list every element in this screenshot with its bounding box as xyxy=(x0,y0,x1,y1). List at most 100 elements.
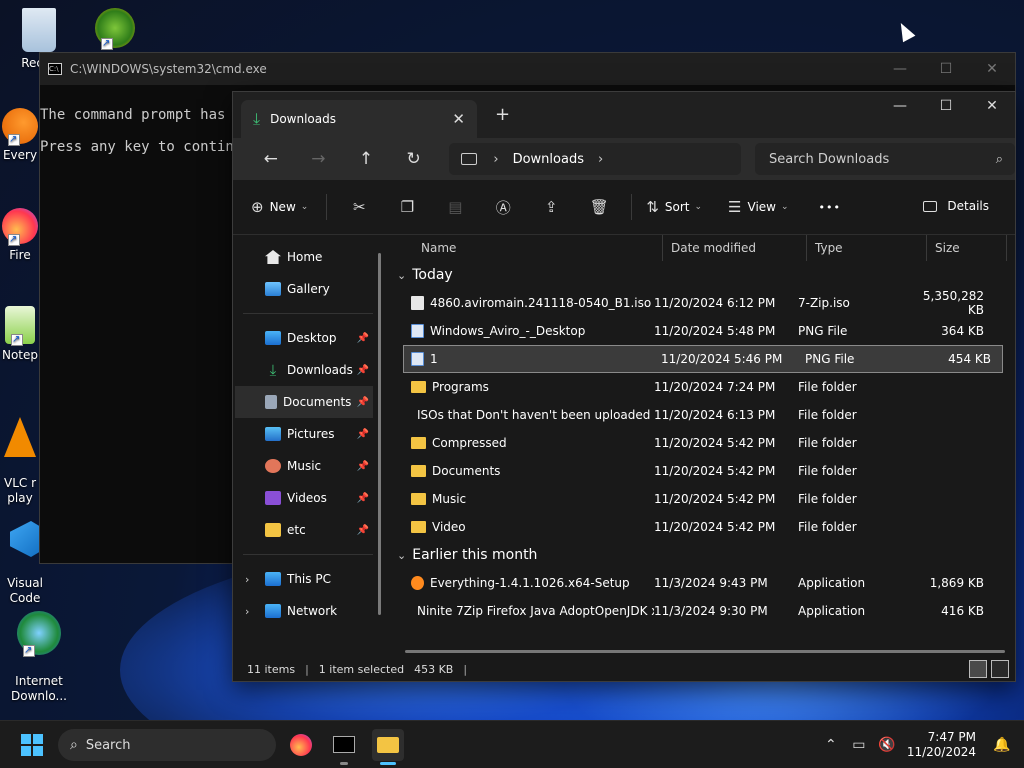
nav-desktop[interactable]: Desktop 📌 xyxy=(233,322,389,354)
nav-pictures[interactable]: Pictures 📌 xyxy=(233,418,389,450)
desktop-icon-firefox[interactable]: Fire xyxy=(0,208,40,263)
details-pane-button[interactable]: Details xyxy=(923,199,989,213)
close-tab-icon[interactable]: ✕ xyxy=(452,110,465,128)
horizontal-scrollbar[interactable] xyxy=(405,650,1005,653)
cmd-title-bar[interactable]: C:\ C:\WINDOWS\system32\cmd.exe — ☐ ✕ xyxy=(40,53,1015,85)
nav-gallery[interactable]: Gallery xyxy=(233,273,389,305)
nav-music[interactable]: Music 📌 xyxy=(233,450,389,482)
nav-label: Home xyxy=(287,250,323,264)
nav-documents[interactable]: Documents 📌 xyxy=(235,386,373,418)
nav-videos[interactable]: Videos 📌 xyxy=(233,482,389,514)
firefox-icon xyxy=(290,734,312,756)
file-row[interactable]: Video 11/20/2024 5:42 PM File folder xyxy=(389,513,1015,541)
file-date: 11/20/2024 5:48 PM xyxy=(654,324,776,338)
minimize-icon[interactable]: — xyxy=(877,61,923,77)
chevron-up-icon[interactable]: ⌃ xyxy=(817,737,845,753)
file-size: 1,869 KB xyxy=(929,576,984,590)
pin-icon[interactable]: 📌 xyxy=(357,461,369,472)
chevron-right-icon[interactable]: › xyxy=(598,152,603,167)
share-button[interactable]: ⇪ xyxy=(527,198,575,216)
taskbar-search[interactable]: ⌕ Search xyxy=(58,729,276,761)
tiles-view-icon[interactable] xyxy=(991,660,1009,678)
details-view-icon[interactable] xyxy=(969,660,987,678)
firefox-icon xyxy=(2,208,38,247)
cut-button[interactable]: ✂ xyxy=(335,198,383,216)
more-options-button[interactable]: ••• xyxy=(819,201,841,214)
view-button[interactable]: ☰ View ⌄ xyxy=(728,198,788,216)
file-row[interactable]: Programs 11/20/2024 7:24 PM File folder xyxy=(389,373,1015,401)
refresh-icon[interactable]: ↻ xyxy=(390,149,438,169)
nav-this-pc[interactable]: › This PC xyxy=(233,563,389,595)
start-button[interactable] xyxy=(21,734,43,756)
taskbar-file-explorer[interactable] xyxy=(372,729,404,765)
maximize-icon[interactable]: ☐ xyxy=(923,92,969,122)
delete-button[interactable]: 🗑 xyxy=(575,198,623,216)
minimize-icon[interactable]: — xyxy=(877,92,923,122)
close-icon[interactable]: ✕ xyxy=(969,61,1015,77)
file-date: 11/20/2024 7:24 PM xyxy=(654,380,776,394)
sort-button[interactable]: ⇅ Sort ⌄ xyxy=(646,198,702,216)
address-bar[interactable]: › Downloads › xyxy=(449,143,742,175)
desktop-icon-app[interactable] xyxy=(80,8,150,52)
pin-icon[interactable]: 📌 xyxy=(357,429,369,440)
column-date-modified[interactable]: Date modified xyxy=(663,235,807,261)
pin-icon[interactable]: 📌 xyxy=(357,397,369,408)
pin-icon[interactable]: 📌 xyxy=(357,525,369,536)
desktop-icon-idm[interactable]: Internet Downlo... xyxy=(4,596,74,704)
tab-downloads[interactable]: ⤓ Downloads ✕ xyxy=(241,100,477,138)
file-explorer-window[interactable]: ⤓ Downloads ✕ + — ☐ ✕ ← → ↑ ↻ › Download… xyxy=(232,91,1016,682)
new-tab-icon[interactable]: + xyxy=(495,104,510,125)
file-row[interactable]: Windows_Aviro_-_Desktop 11/20/2024 5:48 … xyxy=(389,317,1015,345)
up-arrow-icon[interactable]: ↑ xyxy=(342,149,390,169)
taskbar-cmd[interactable] xyxy=(328,729,360,765)
chevron-right-icon[interactable]: › xyxy=(245,605,249,618)
file-row-selected[interactable]: 1 11/20/2024 5:46 PM PNG File 454 KB xyxy=(403,345,1003,373)
file-row[interactable]: ISOs that Don't haven't been uploaded ye… xyxy=(389,401,1015,429)
back-arrow-icon[interactable]: ← xyxy=(247,149,295,169)
group-header-today[interactable]: ⌄ Today xyxy=(389,261,1015,289)
nav-network[interactable]: › Network xyxy=(233,595,389,627)
file-name: Compressed xyxy=(432,436,507,450)
close-icon[interactable]: ✕ xyxy=(969,92,1015,122)
pin-icon[interactable]: 📌 xyxy=(357,493,369,504)
breadcrumb-downloads[interactable]: Downloads xyxy=(513,152,584,167)
taskbar-firefox[interactable] xyxy=(285,729,317,761)
desktop-icon-notepad[interactable]: Notep xyxy=(0,306,40,363)
chevron-right-icon[interactable]: › xyxy=(493,152,498,167)
network-icon[interactable]: ▭ xyxy=(845,737,873,753)
file-row[interactable]: Compressed 11/20/2024 5:42 PM File folde… xyxy=(389,429,1015,457)
column-size[interactable]: Size xyxy=(927,235,1007,261)
clock[interactable]: 7:47 PM 11/20/2024 xyxy=(907,730,976,760)
desktop-icon-label: Internet Downlo... xyxy=(11,674,67,703)
column-name[interactable]: Name xyxy=(401,235,663,261)
windows-logo-icon xyxy=(21,734,31,744)
file-row[interactable]: Music 11/20/2024 5:42 PM File folder xyxy=(389,485,1015,513)
forward-arrow-icon[interactable]: → xyxy=(295,149,343,169)
desktop-icon-vlc[interactable]: VLC r play xyxy=(0,402,40,506)
chevron-right-icon[interactable]: › xyxy=(245,573,249,586)
file-row[interactable]: 4860.aviromain.241118-0540_B1.iso 11/20/… xyxy=(389,289,1015,317)
rename-button[interactable]: Ⓐ xyxy=(479,197,527,218)
column-type[interactable]: Type xyxy=(807,235,927,261)
maximize-icon[interactable]: ☐ xyxy=(923,61,969,77)
copy-button[interactable]: ❐ xyxy=(383,198,431,216)
nav-etc[interactable]: etc 📌 xyxy=(233,514,389,546)
file-row[interactable]: Everything-1.4.1.1026.x64-Setup 11/3/202… xyxy=(389,569,1015,597)
nav-downloads[interactable]: ⤓ Downloads 📌 xyxy=(233,354,389,386)
paste-button[interactable]: ▤ xyxy=(431,198,479,216)
pin-icon[interactable]: 📌 xyxy=(357,365,369,376)
file-row[interactable]: Documents 11/20/2024 5:42 PM File folder xyxy=(389,457,1015,485)
desktop-icon-everything[interactable]: Every xyxy=(0,108,40,163)
file-date: 11/20/2024 5:42 PM xyxy=(654,464,776,478)
new-button[interactable]: ⊕ New ⌄ xyxy=(251,198,308,216)
group-header-earlier[interactable]: ⌄ Earlier this month xyxy=(389,541,1015,569)
file-type: File folder xyxy=(798,436,857,450)
search-input[interactable]: Search Downloads ⌕ xyxy=(755,143,1015,175)
nav-scrollbar[interactable] xyxy=(378,253,381,615)
home-icon xyxy=(265,250,281,264)
notification-bell-icon[interactable]: 🔔 xyxy=(988,737,1016,753)
pin-icon[interactable]: 📌 xyxy=(357,333,369,344)
file-row[interactable]: Ninite 7Zip Firefox Java AdoptOpenJDK x.… xyxy=(389,597,1015,625)
nav-home[interactable]: Home xyxy=(233,241,389,273)
volume-icon[interactable]: 🔇 xyxy=(873,737,901,753)
